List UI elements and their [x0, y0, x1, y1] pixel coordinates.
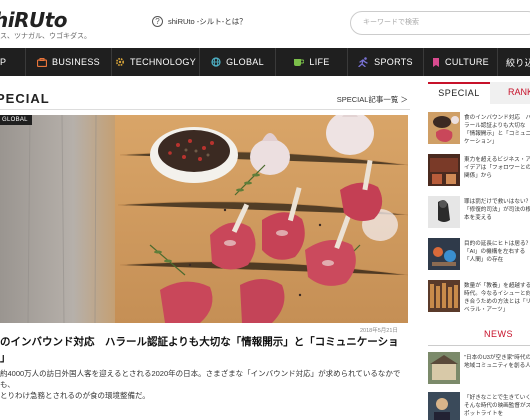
search-input[interactable]: キーワードで検索: [350, 11, 530, 35]
nav-item-label: GLOBAL: [226, 57, 264, 67]
news-item[interactable]: 「好きなことで生きていく」そんな時代の映画監督がスポットライトを: [428, 392, 530, 420]
category-tag[interactable]: GLOBAL: [0, 115, 32, 125]
news-item-thumbnail: [428, 392, 460, 420]
about-link[interactable]: ? shiRUto -シルト-とは？: [152, 16, 247, 27]
nav-item-label: LIFE: [309, 57, 330, 67]
news-title: NEWS: [484, 329, 513, 339]
list-item-thumbnail: [428, 112, 460, 144]
runner-icon: [358, 57, 368, 67]
nav-item-sports[interactable]: SPORTS: [348, 48, 424, 76]
article-excerpt: 約4000万人の訪日外国人客を迎えるとされる2020年の日本。さまざまな「インバ…: [0, 368, 405, 401]
site-tagline: ス、ツナガル、ウゴキダス。: [0, 33, 91, 40]
nav-item-life[interactable]: LIFE: [276, 48, 348, 76]
article-title[interactable]: のインバウンド対応 ハラール認証よりも大切な「情報開示」と「コミュニケーショ 」: [0, 334, 400, 366]
article-date: 2018年5月21日: [360, 328, 398, 334]
article-excerpt-line: 約4000万人の訪日外国人客を迎えるとされる2020年の日本。さまざまな「インバ…: [0, 369, 401, 389]
globe-icon: [211, 57, 221, 67]
list-item-title: 数量が「教養」を超越する時代。今なるイシューと向き合うための方法とは「リベラル・…: [464, 283, 530, 313]
nav-item-global[interactable]: GLOBAL: [200, 48, 276, 76]
cup-icon: [294, 58, 305, 66]
category-nav: P BUSINESS TECHNOLOGY GLOBAL LIFE SPORTS…: [0, 48, 530, 76]
nav-item-label: BUSINESS: [52, 57, 100, 67]
news-item-title: 「好きなことで生きていく」そんな時代の映画監督がスポットライトを: [464, 395, 530, 417]
list-item-thumbnail: [428, 154, 460, 186]
special-list: 食のインバウンド対応 ハラール認証よりも大切な「情報開示」と「コミュニケーション…: [428, 112, 530, 322]
hero-image[interactable]: [0, 115, 408, 323]
list-item-thumbnail: [428, 280, 460, 312]
article-title-line: 」: [0, 352, 11, 364]
news-header: NEWS: [428, 326, 530, 346]
list-item-thumbnail: [428, 238, 460, 270]
nav-item-label: P: [0, 57, 7, 67]
list-item-title: 東力を超えるビジネス・アイデアは「フォロワーとの関係」から: [464, 157, 530, 179]
nav-item-label: 絞り込: [506, 57, 530, 68]
nav-item-filter[interactable]: 絞り込: [498, 48, 530, 76]
nav-item-business[interactable]: BUSINESS: [26, 48, 112, 76]
special-list-link[interactable]: SPECIAL記事一覧 ＞: [337, 94, 408, 105]
nav-item-label: CULTURE: [445, 57, 489, 67]
tab-special[interactable]: SPECIAL: [428, 82, 490, 104]
section-title: PECIAL: [0, 91, 50, 106]
article-title-line: のインバウンド対応 ハラール認証よりも大切な「情報開示」と「コミュニケーショ: [0, 336, 399, 348]
gear-icon: [115, 57, 124, 67]
list-item-thumbnail: [428, 196, 460, 228]
sidebar-tabs: SPECIAL RANK: [428, 82, 530, 104]
news-item[interactable]: "日本のU3が空き家"時代の地域コミュニティを創る人: [428, 352, 530, 388]
list-item-title: 罪は罰だけで救いはない？ 「修復的司法」が司法の根本を変える: [464, 199, 530, 221]
logo-main: RUto: [14, 8, 68, 32]
hero-photo: [0, 115, 408, 323]
list-item[interactable]: 数量が「教養」を超越する時代。今なるイシューと向き合うための方法とは「リベラル・…: [428, 280, 530, 322]
nav-item-label: SPORTS: [374, 57, 413, 67]
list-item-title: 目的の延長にヒトは居る？「AI」の機構を左右する「人間」の存在: [464, 241, 530, 263]
about-link-label: shiRUto -シルト-とは？: [168, 17, 247, 26]
question-icon: ?: [152, 16, 163, 27]
site-header: hiRUto ス、ツナガル、ウゴキダス。 ? shiRUto -シルト-とは？ …: [0, 0, 530, 48]
logo-prefix: hi: [0, 8, 15, 32]
nav-item-technology[interactable]: TECHNOLOGY: [112, 48, 200, 76]
article-excerpt-line: とりわけ急務とされるのが食の環境整備だ。: [0, 391, 150, 400]
list-item[interactable]: 目的の延長にヒトは居る？「AI」の機構を左右する「人間」の存在: [428, 238, 530, 280]
nav-item-label: TECHNOLOGY: [129, 57, 196, 67]
nav-item-culture[interactable]: CULTURE: [424, 48, 498, 76]
news-item-title: "日本のU3が空き家"時代の地域コミュニティを創る人: [464, 355, 530, 369]
news-item-thumbnail: [428, 352, 460, 384]
list-item[interactable]: 食のインバウンド対応 ハラール認証よりも大切な「情報開示」と「コミュニケーション…: [428, 112, 530, 154]
tag-icon: [433, 57, 440, 67]
site-logo[interactable]: hiRUto: [0, 8, 68, 32]
nav-item-partial[interactable]: P: [0, 48, 26, 76]
list-item-title: 食のインバウンド対応 ハラール認証よりも大切な「情報開示」と「コミュニケーション…: [464, 115, 530, 145]
list-item[interactable]: 東力を超えるビジネス・アイデアは「フォロワーとの関係」から: [428, 154, 530, 196]
special-section-header: PECIAL SPECIAL記事一覧 ＞: [0, 88, 410, 110]
list-item[interactable]: 罪は罰だけで救いはない？ 「修復的司法」が司法の根本を変える: [428, 196, 530, 238]
tab-ranking[interactable]: RANK: [490, 82, 530, 104]
briefcase-icon: [37, 57, 48, 67]
